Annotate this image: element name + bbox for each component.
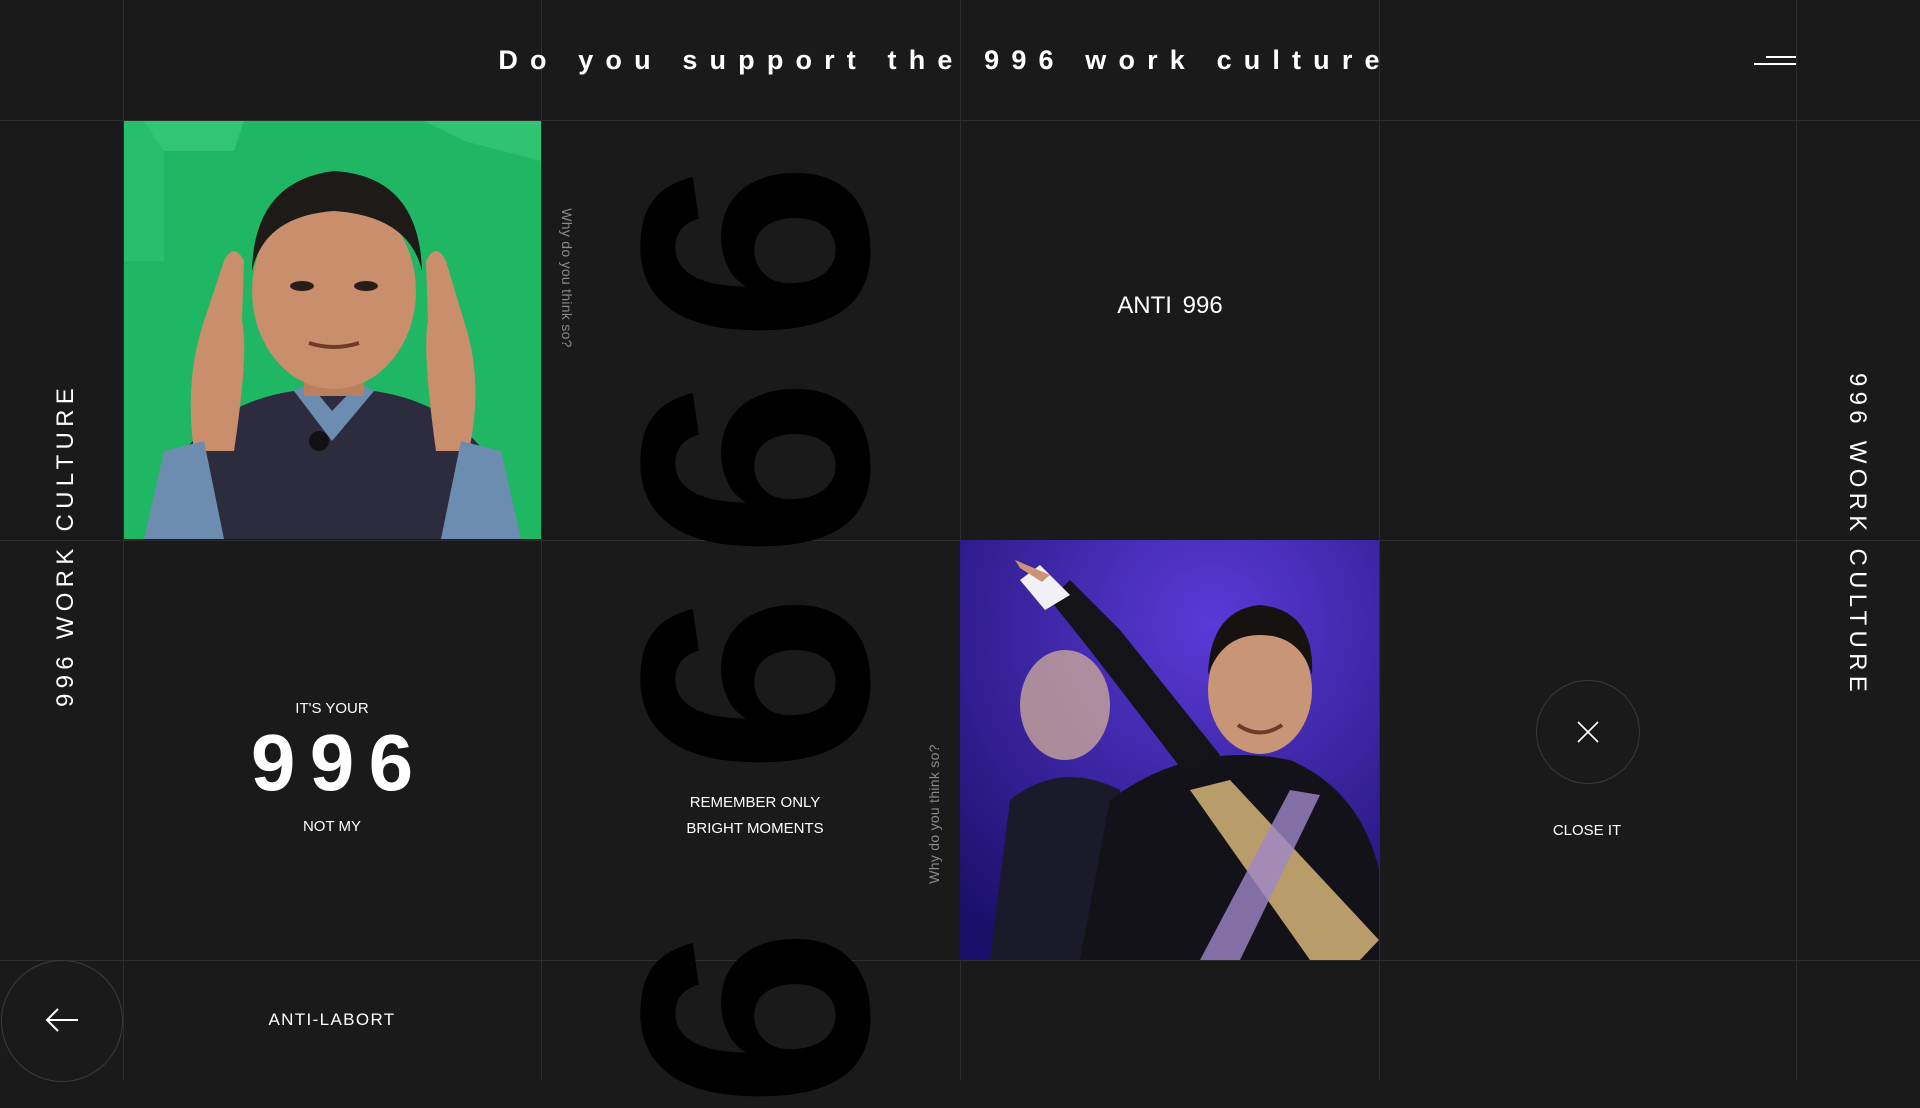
background-digit: 9 xyxy=(574,593,938,775)
background-digit: 9 xyxy=(574,377,938,559)
close-icon xyxy=(1577,721,1599,743)
background-digit: 9 xyxy=(574,161,938,343)
anti-996-label: ANTI 996 xyxy=(1117,292,1223,319)
grid-line xyxy=(0,960,1920,961)
vertical-question: Why do you think so? xyxy=(559,208,575,348)
center-footer: NOT MY xyxy=(302,818,362,835)
close-label[interactable]: CLOSE IT xyxy=(1380,822,1794,839)
arrow-left-icon xyxy=(45,1008,78,1032)
page-title: Do you support the 996 work culture xyxy=(498,44,1392,75)
center-number: 996 xyxy=(250,718,428,807)
anti-labort-link[interactable]: ANTI-LABORT xyxy=(122,1010,542,1030)
remember-line-2: BRIGHT MOMENTS xyxy=(686,820,824,837)
remember-line-1: REMEMBER ONLY xyxy=(689,794,821,811)
close-button[interactable] xyxy=(1536,680,1640,784)
photo-man-pointing xyxy=(960,540,1379,960)
side-label-right: 996 WORK CULTURE xyxy=(1844,372,1871,698)
back-button[interactable] xyxy=(1,960,123,1082)
center-kicker: IT'S YOUR xyxy=(295,700,369,717)
menu-icon[interactable] xyxy=(1754,54,1796,68)
photo-man-thinking xyxy=(124,121,541,539)
side-label-left: 996 WORK CULTURE xyxy=(52,382,79,708)
background-digit: 9 xyxy=(574,927,938,1108)
remember-text: REMEMBER ONLY BRIGHT MOMENTS xyxy=(542,790,968,842)
